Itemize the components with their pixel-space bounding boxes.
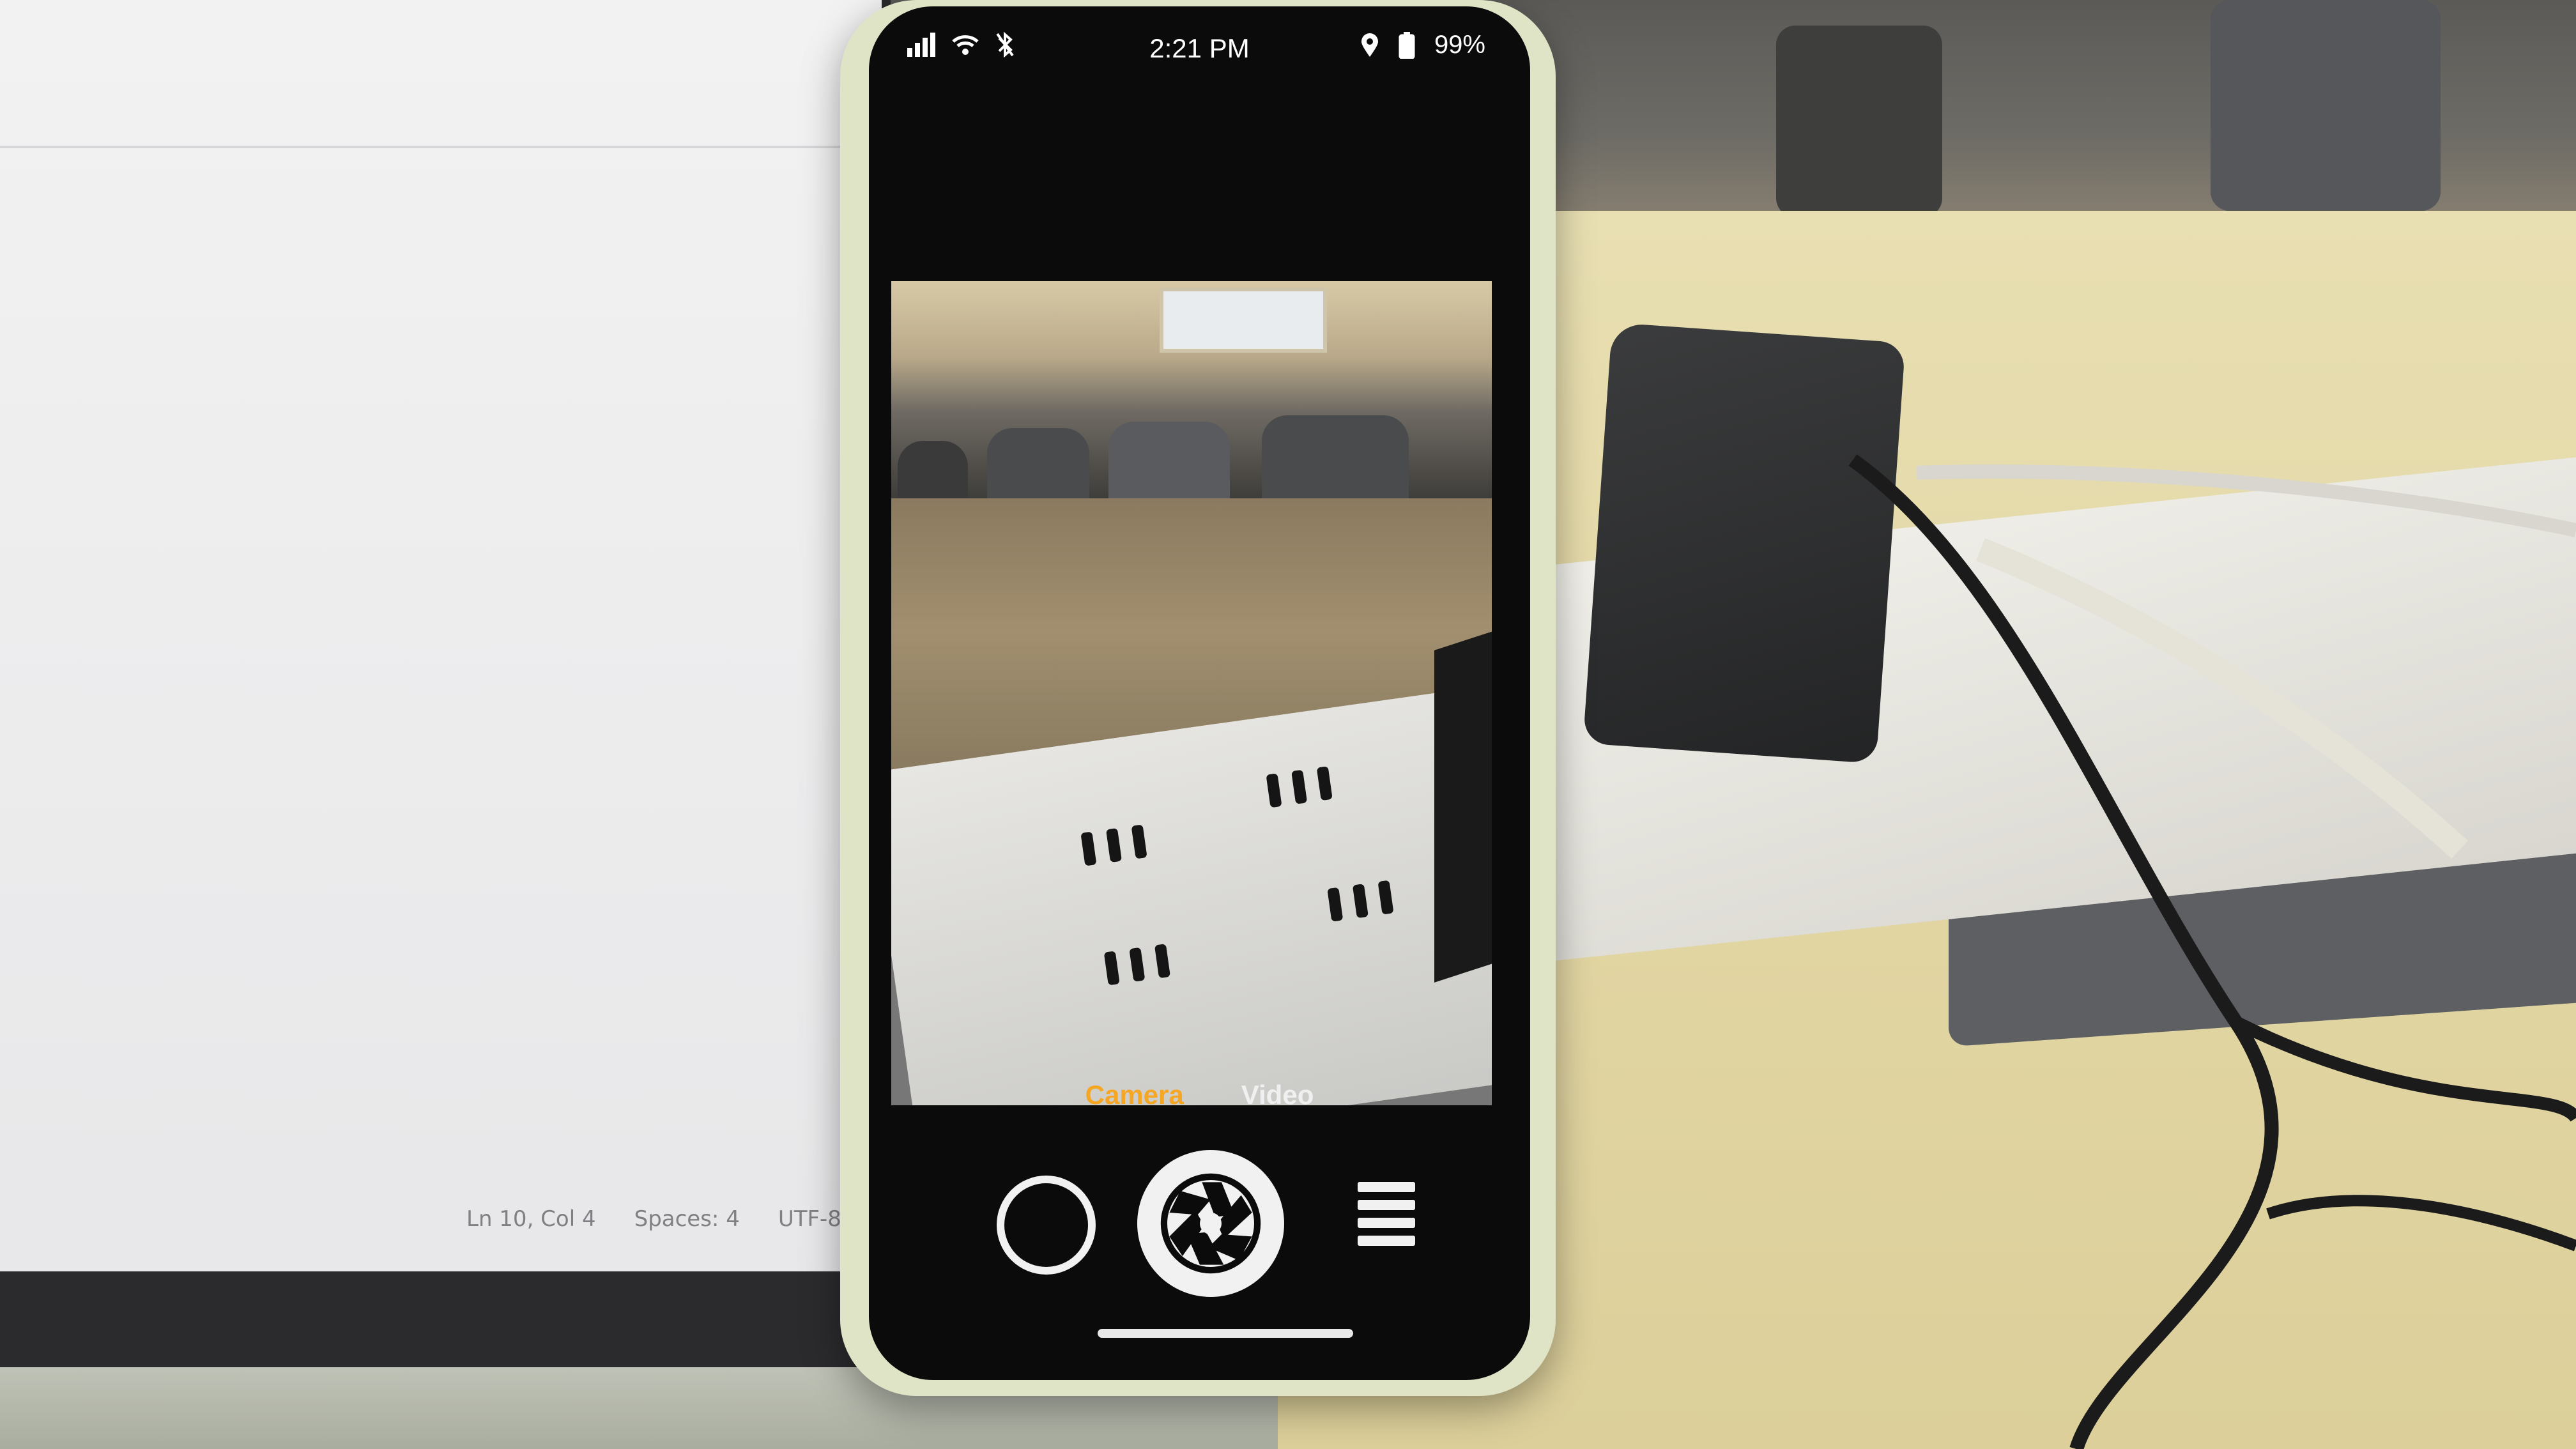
camera-mode-selector: Camera Video: [869, 1080, 1530, 1118]
home-indicator[interactable]: [1098, 1329, 1353, 1338]
camera-viewfinder[interactable]: [891, 281, 1492, 1105]
cursor-position[interactable]: Ln 10, Col 4: [466, 1206, 596, 1245]
gallery-button[interactable]: [997, 1176, 1096, 1275]
battery-icon: [1399, 31, 1415, 59]
phone: 2:21 PM 99% Camera Video: [840, 0, 1556, 1396]
monitor-bezel: [0, 1271, 891, 1374]
editor-status-bar: Ln 10, Col 4 Spaces: 4 UTF-8: [466, 1206, 841, 1245]
phone-screen: 2:21 PM 99% Camera Video: [869, 6, 1530, 1380]
location-icon: [1361, 33, 1378, 57]
monitor-screen: [0, 0, 891, 1329]
system-status-bar: 2:21 PM 99%: [869, 26, 1530, 70]
camera-controls: [869, 1144, 1530, 1310]
indentation-setting[interactable]: Spaces: 4: [634, 1206, 740, 1245]
file-encoding[interactable]: UTF-8: [778, 1206, 841, 1245]
aperture-icon: [1160, 1173, 1261, 1274]
video-mode-tab[interactable]: Video: [1241, 1080, 1314, 1118]
menu-button[interactable]: [1358, 1182, 1415, 1246]
battery-percentage: 99%: [1434, 31, 1485, 59]
camera-mode-tab[interactable]: Camera: [1085, 1080, 1184, 1118]
shutter-button[interactable]: [1137, 1150, 1284, 1297]
